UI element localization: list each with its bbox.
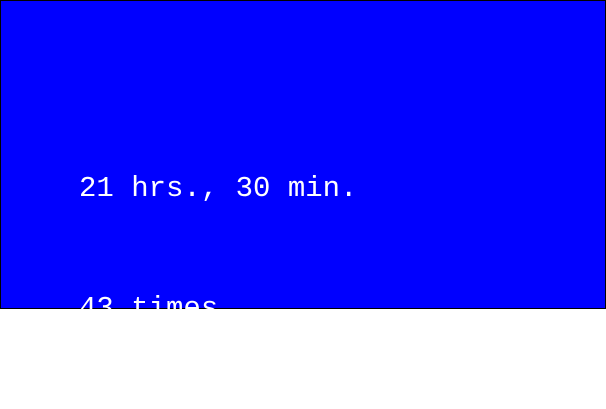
count-line: 43 times <box>79 292 219 325</box>
duration-line: 21 hrs., 30 min. <box>79 172 358 205</box>
readout-text: 21 hrs., 30 min. 43 times <box>79 89 357 409</box>
display-screen: 21 hrs., 30 min. 43 times <box>0 0 606 325</box>
